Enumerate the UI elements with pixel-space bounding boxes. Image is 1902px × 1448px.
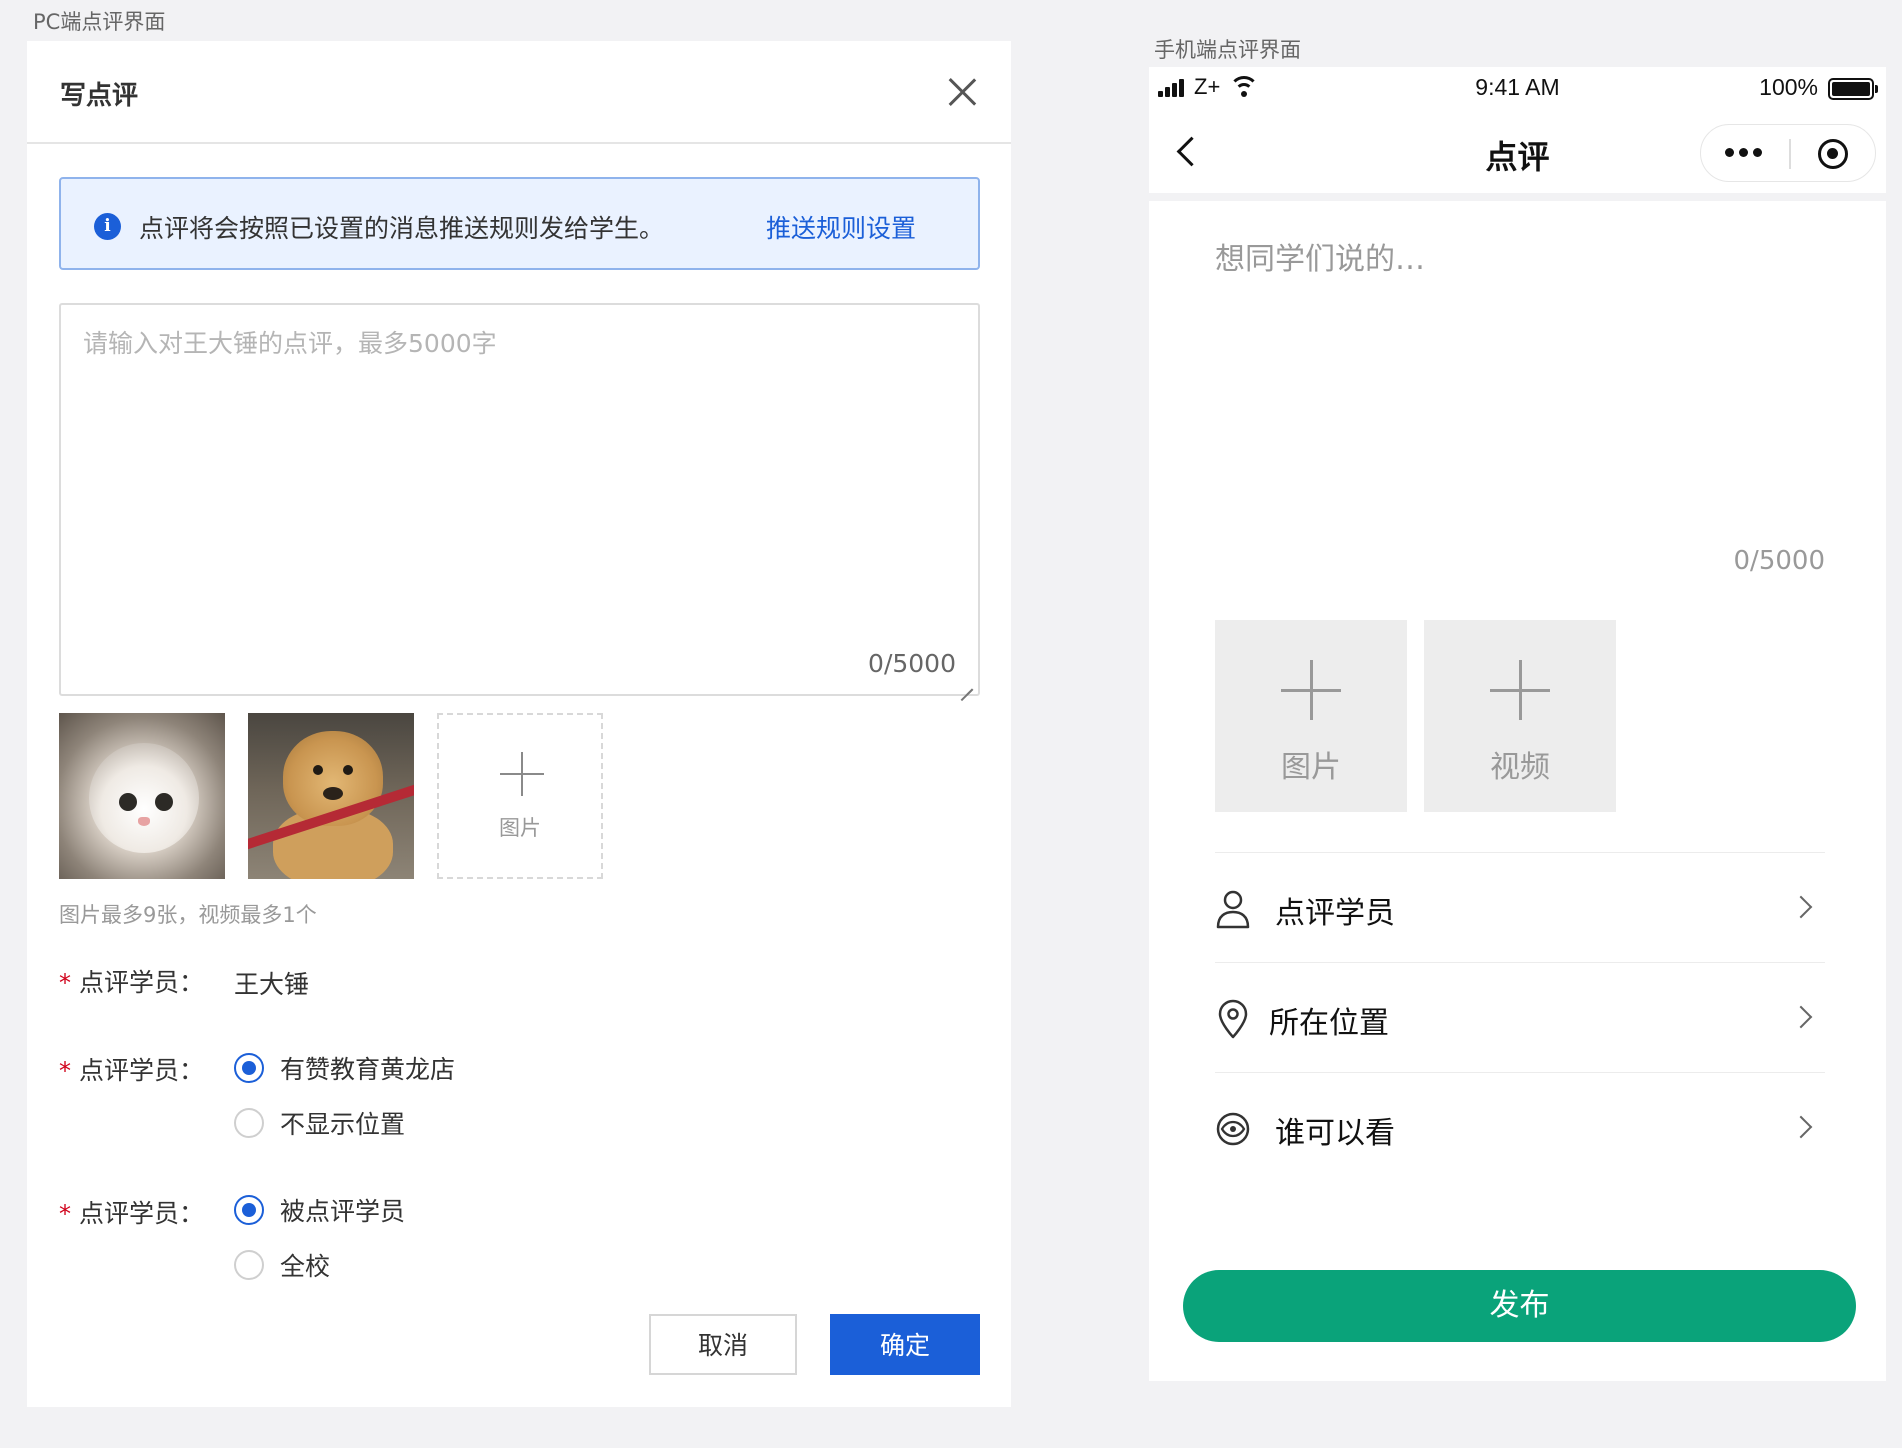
close-target-icon[interactable] xyxy=(1818,139,1848,169)
row-visibility[interactable]: 谁可以看 xyxy=(1215,1072,1825,1182)
field-label: 点评学员： xyxy=(79,1056,205,1085)
uploaded-image-dog[interactable] xyxy=(248,713,414,879)
chevron-right-icon xyxy=(1789,1005,1813,1029)
add-image-button[interactable]: 图片 xyxy=(437,713,603,879)
cancel-button[interactable]: 取消 xyxy=(649,1314,797,1375)
cat-face xyxy=(89,743,199,853)
location-pin-icon xyxy=(1218,999,1248,1039)
notice-message: 点评将会按照已设置的消息推送规则发给学生。 xyxy=(139,214,665,243)
radio-selected-icon xyxy=(234,1195,264,1225)
required-mark: * xyxy=(59,1057,71,1085)
dialog-header: 写点评 xyxy=(27,41,1011,144)
field-student: * 点评学员： xyxy=(59,963,204,999)
dog-eye-right xyxy=(343,765,353,775)
review-input[interactable]: 想同学们说的… xyxy=(1215,234,1425,278)
user-icon xyxy=(1216,890,1250,929)
field-location: * 点评学员： xyxy=(59,1051,204,1087)
mobile-review-screen: Z+ 9:41 AM 100% 点评 想同学们说的… 0/5000 图片 视频 xyxy=(1149,67,1886,1381)
radio-unselected-icon xyxy=(234,1250,264,1280)
field-visibility: * 点评学员： xyxy=(59,1194,204,1230)
row-label: 点评学员 xyxy=(1275,896,1395,931)
radio-selected-icon xyxy=(234,1053,264,1083)
student-name: 王大锤 xyxy=(234,970,310,999)
add-photo-button[interactable]: 图片 xyxy=(1215,620,1407,812)
nav-bar: 点评 xyxy=(1149,111,1886,193)
push-rule-settings-link[interactable]: 推送规则设置 xyxy=(766,209,916,245)
status-bar: Z+ 9:41 AM 100% xyxy=(1149,67,1886,111)
upload-hint: 图片最多9张，视频最多1个 xyxy=(59,903,317,927)
cat-eye-left xyxy=(119,793,137,811)
radio-label: 有赞教育黄龙店 xyxy=(280,1055,456,1084)
pc-caption: PC端点评界面 xyxy=(33,10,166,34)
char-counter: 0/5000 xyxy=(868,649,956,678)
push-rule-notice: i 点评将会按照已设置的消息推送规则发给学生。 推送规则设置 xyxy=(59,177,980,270)
nav-separator xyxy=(1149,193,1886,201)
resize-grip-icon[interactable] xyxy=(961,677,973,689)
miniprogram-capsule xyxy=(1700,124,1876,182)
pc-review-dialog: 写点评 i 点评将会按照已设置的消息推送规则发给学生。 推送规则设置 请输入对王… xyxy=(27,41,1011,1407)
field-label: 点评学员： xyxy=(79,1199,205,1228)
chevron-right-icon xyxy=(1789,895,1813,919)
confirm-button[interactable]: 确定 xyxy=(830,1314,980,1375)
dog-eye-left xyxy=(313,765,323,775)
chevron-right-icon xyxy=(1789,1115,1813,1139)
add-video-button[interactable]: 视频 xyxy=(1424,620,1616,812)
eye-icon xyxy=(1216,1112,1250,1146)
radio-visibility-school[interactable]: 全校 xyxy=(234,1249,330,1281)
cat-eye-right xyxy=(155,793,173,811)
radio-visibility-student[interactable]: 被点评学员 xyxy=(234,1194,405,1226)
close-icon[interactable] xyxy=(946,76,978,108)
review-textarea[interactable]: 请输入对王大锤的点评，最多5000字 0/5000 xyxy=(59,303,980,696)
plus-icon xyxy=(500,752,544,796)
cat-nose xyxy=(138,817,150,826)
required-mark: * xyxy=(59,969,71,997)
more-dots-icon[interactable] xyxy=(1725,148,1765,158)
info-icon: i xyxy=(94,213,121,240)
add-video-label: 视频 xyxy=(1490,750,1550,785)
add-image-label: 图片 xyxy=(499,816,541,840)
option-list: 点评学员 所在位置 谁可以看 xyxy=(1215,852,1825,1182)
plus-icon xyxy=(1281,660,1341,720)
uploaded-image-cat[interactable] xyxy=(59,713,225,879)
radio-location-hidden[interactable]: 不显示位置 xyxy=(234,1107,405,1139)
field-label: 点评学员： xyxy=(79,968,205,997)
radio-label: 不显示位置 xyxy=(280,1110,406,1139)
capsule-divider xyxy=(1789,139,1791,169)
radio-location-store[interactable]: 有赞教育黄龙店 xyxy=(234,1052,455,1084)
mobile-caption: 手机端点评界面 xyxy=(1154,38,1301,62)
row-label: 所在位置 xyxy=(1269,1006,1389,1041)
dialog-title: 写点评 xyxy=(60,81,139,111)
dog-nose xyxy=(323,787,343,800)
required-mark: * xyxy=(59,1200,71,1228)
row-label: 谁可以看 xyxy=(1275,1116,1395,1151)
char-counter: 0/5000 xyxy=(1733,546,1825,576)
battery-icon xyxy=(1828,78,1878,100)
radio-label: 全校 xyxy=(280,1252,331,1281)
plus-icon xyxy=(1490,660,1550,720)
publish-button[interactable]: 发布 xyxy=(1183,1270,1856,1342)
row-location[interactable]: 所在位置 xyxy=(1215,962,1825,1072)
review-placeholder: 请输入对王大锤的点评，最多5000字 xyxy=(83,329,497,358)
row-review-student[interactable]: 点评学员 xyxy=(1215,852,1825,962)
radio-label: 被点评学员 xyxy=(280,1197,406,1226)
battery-percent: 100% xyxy=(1759,74,1818,100)
radio-unselected-icon xyxy=(234,1108,264,1138)
add-photo-label: 图片 xyxy=(1281,750,1341,785)
